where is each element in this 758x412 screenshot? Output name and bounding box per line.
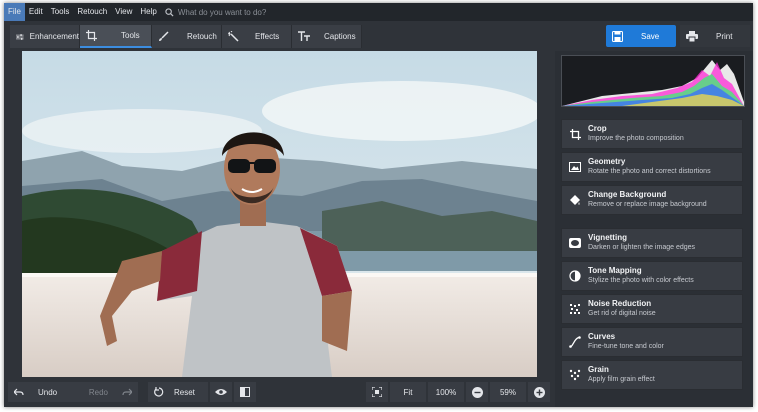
tool-vignetting[interactable]: Vignetting Darken or lighten the image ed… [561, 228, 743, 258]
menu-tools[interactable]: Tools [47, 3, 74, 21]
tab-retouch[interactable]: Retouch [152, 25, 222, 48]
sliders-icon [16, 33, 24, 40]
tool-tone-mapping-subtitle: Stylize the photo with color effects [588, 277, 694, 284]
tool-change-background-title: Change Background [588, 190, 667, 199]
app-window: File Edit Tools Retouch View Help What d… [4, 3, 753, 407]
zoom-out-button[interactable] [466, 382, 488, 402]
tool-crop-title: Crop [588, 124, 607, 133]
save-icon [612, 30, 623, 42]
menu-bar: File Edit Tools Retouch View Help What d… [4, 3, 753, 21]
tab-retouch-label: Retouch [187, 32, 217, 41]
zoom-value[interactable]: 59% [490, 382, 526, 402]
vignette-icon [568, 236, 582, 250]
search-placeholder: What do you want to do? [177, 7, 267, 17]
menu-help[interactable]: Help [136, 3, 160, 21]
redo-label: Redo [88, 387, 108, 397]
search-box[interactable]: What do you want to do? [165, 7, 267, 17]
compare-icon [240, 387, 250, 397]
tool-tone-mapping-title: Tone Mapping [588, 266, 642, 275]
tool-tone-mapping[interactable]: Tone Mapping Stylize the photo with color… [561, 261, 743, 291]
save-label: Save [641, 31, 660, 41]
tool-grain-subtitle: Apply film grain effect [588, 376, 655, 383]
reset-button[interactable]: Reset [148, 382, 208, 402]
zoom-100-button[interactable]: 100% [428, 382, 464, 402]
portrait-photo [22, 51, 537, 377]
tab-tools-label: Tools [121, 31, 140, 40]
text-icon [298, 31, 310, 41]
histogram [561, 55, 745, 107]
tab-effects-label: Effects [255, 32, 280, 41]
undo-icon [14, 388, 24, 395]
fit-button[interactable]: Fit [390, 382, 426, 402]
tool-geometry[interactable]: Geometry Rotate the photo and correct dis… [561, 152, 743, 182]
print-label: Print [716, 31, 733, 41]
tab-effects[interactable]: Effects [222, 25, 292, 48]
photo-preview[interactable] [22, 51, 537, 377]
save-button[interactable]: Save [606, 25, 676, 47]
crop-icon [86, 30, 97, 41]
tool-curves-subtitle: Fine-tune tone and color [588, 343, 664, 350]
zoom-100-label: 100% [435, 387, 457, 397]
menu-view[interactable]: View [111, 3, 136, 21]
tab-enhancement[interactable]: Enhancement [10, 25, 80, 48]
tool-vignetting-title: Vignetting [588, 233, 627, 242]
noise-icon [568, 302, 582, 316]
undo-label: Undo [38, 387, 58, 397]
fit-label: Fit [403, 387, 413, 397]
geometry-icon [568, 160, 582, 174]
fit-screen-icon [372, 387, 382, 397]
brush-icon [159, 31, 169, 41]
tool-geometry-title: Geometry [588, 157, 626, 166]
tool-geometry-subtitle: Rotate the photo and correct distortions [588, 168, 711, 175]
tool-crop-subtitle: Improve the photo composition [588, 135, 684, 142]
menu-edit[interactable]: Edit [25, 3, 47, 21]
tool-grain-title: Grain [588, 365, 609, 374]
plus-circle-icon [533, 386, 545, 398]
redo-button[interactable]: Redo [74, 382, 138, 402]
tool-curves-title: Curves [588, 332, 616, 341]
menu-retouch[interactable]: Retouch [73, 3, 111, 21]
printer-icon [686, 30, 698, 42]
preview-toggle-button[interactable] [210, 382, 232, 402]
tool-noise-reduction-title: Noise Reduction [588, 299, 652, 308]
tab-captions[interactable]: Captions [292, 25, 362, 48]
tab-bar: Enhancement Tools Retouch Effects Captio… [4, 21, 753, 51]
tab-enhancement-label: Enhancement [29, 32, 79, 41]
redo-icon [122, 388, 132, 395]
crop-icon [568, 127, 582, 141]
search-icon [165, 7, 174, 17]
zoom-value-label: 59% [499, 387, 516, 397]
menu-file[interactable]: File [4, 3, 25, 21]
tool-crop[interactable]: Crop Improve the photo composition [561, 119, 743, 149]
tool-change-background-subtitle: Remove or replace image background [588, 201, 707, 208]
tab-captions-label: Captions [324, 32, 356, 41]
grain-icon [568, 368, 582, 382]
eye-icon [215, 389, 227, 395]
paint-bucket-icon [568, 193, 582, 207]
reset-icon [154, 387, 164, 397]
fit-icon-button[interactable] [366, 382, 388, 402]
zoom-in-button[interactable] [528, 382, 550, 402]
print-button[interactable]: Print [680, 25, 750, 47]
tool-change-background[interactable]: Change Background Remove or replace image… [561, 185, 743, 215]
tools-panel: Crop Improve the photo composition Geomet… [555, 51, 753, 407]
reset-label: Reset [174, 387, 195, 397]
minus-circle-icon [471, 386, 483, 398]
curves-icon [568, 335, 582, 349]
photo-canvas[interactable] [4, 51, 555, 377]
tool-grain[interactable]: Grain Apply film grain effect [561, 360, 743, 390]
compare-button[interactable] [234, 382, 256, 402]
magic-wand-icon [228, 31, 239, 42]
tab-tools[interactable]: Tools [80, 25, 152, 48]
undo-button[interactable]: Undo [8, 382, 74, 402]
bottom-toolbar: Undo Redo Reset Fit 100% 59% [4, 377, 555, 407]
tool-curves[interactable]: Curves Fine-tune tone and color [561, 327, 743, 357]
tool-noise-reduction[interactable]: Noise Reduction Get rid of digital noise [561, 294, 743, 324]
tool-vignetting-subtitle: Darken or lighten the image edges [588, 244, 696, 251]
tool-noise-reduction-subtitle: Get rid of digital noise [588, 310, 656, 317]
tone-mapping-icon [568, 269, 582, 283]
